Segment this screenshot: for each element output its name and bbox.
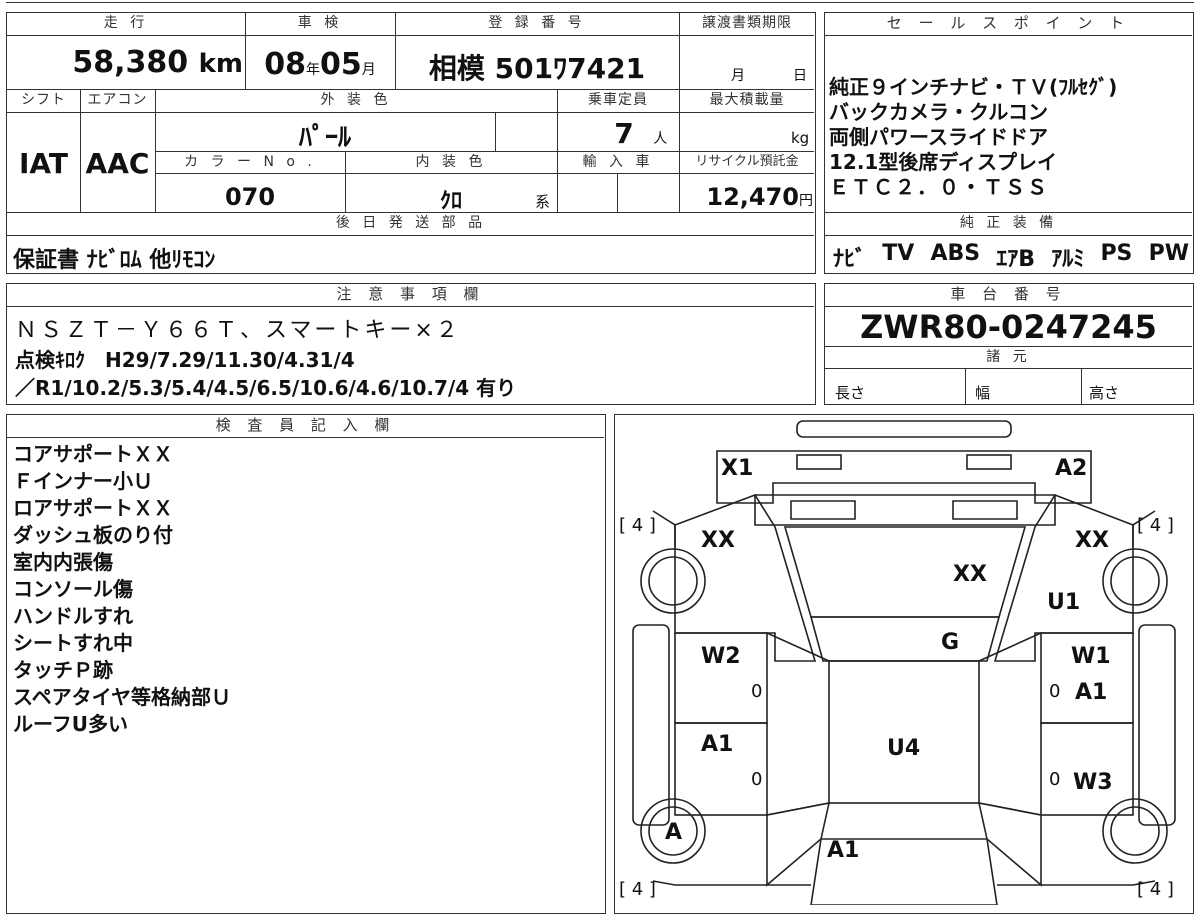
later-parts-label: 後 日 発 送 部 品 xyxy=(335,215,487,231)
mileage-label: 走 行 xyxy=(103,15,149,31)
equipment-label: 純 正 装 備 xyxy=(959,215,1058,231)
color-no-label: カ ラ ー N o . xyxy=(184,154,316,170)
inspector-label: 検 査 員 記 入 欄 xyxy=(7,415,604,438)
color-no-value: 070 xyxy=(224,183,276,211)
sales-point-line: ＥＴＣ２．０・ＴＳＳ xyxy=(829,175,1049,199)
inspection-value: 08年05月 xyxy=(264,47,376,82)
chassis-number: ZWR80-0247245 xyxy=(860,308,1157,346)
max-load-unit: kg xyxy=(791,129,810,147)
registration-label: 登 録 番 号 xyxy=(488,15,586,31)
ac-label: エアコン xyxy=(87,92,148,108)
chassis-label: 車 台 番 号 xyxy=(825,284,1192,307)
equipment-list: ﾅﾋﾞ TV ABS ｴｱB ｱﾙﾐ PS PW xyxy=(833,241,1189,273)
mark-xx-left: XX xyxy=(701,528,735,553)
mark-x1: X1 xyxy=(721,456,753,481)
recycle-label: リサイクル預託金 xyxy=(695,154,799,169)
transfer-month-unit: 月 xyxy=(731,68,745,84)
sales-points-lines: 純正９インチナビ・ＴＶ(ﾌﾙｾｸﾞ) バックカメラ・クルコン 両側パワースライド… xyxy=(829,75,1191,200)
damage-diagram-box: [ 4 ] [ 4 ] [ 4 ] [ 4 ] X1 A2 XX XX XX U… xyxy=(614,414,1194,914)
inspector-line: ロアサポートＸＸ xyxy=(13,496,173,520)
zero-mark: 0 xyxy=(1049,769,1060,790)
tire-rear-right: [ 4 ] xyxy=(1137,879,1174,900)
capacity-label: 乗車定員 xyxy=(588,92,648,108)
length-label: 長さ xyxy=(835,384,866,402)
chassis-box: 車 台 番 号 ZWR80-0247245 諸 元 長さ 幅 高さ xyxy=(824,283,1194,405)
interior-color-value: ｸﾛ xyxy=(439,189,462,214)
car-diagram: [ 4 ] [ 4 ] [ 4 ] [ 4 ] X1 A2 XX XX XX U… xyxy=(619,420,1176,905)
zero-mark: 0 xyxy=(751,681,762,702)
inspector-line: コンソール傷 xyxy=(13,577,133,601)
recycle-value: 12,470円 xyxy=(706,183,813,211)
transfer-day-unit: 日 xyxy=(793,68,807,84)
inspector-line: ハンドルすれ xyxy=(13,604,133,628)
top-edge-strip xyxy=(6,0,1194,4)
mark-a1-right: A1 xyxy=(1075,680,1107,705)
tire-front-left: [ 4 ] xyxy=(619,515,656,536)
sales-points-box: セ ー ル ス ポ イ ン ト 純正９インチナビ・ＴＶ(ﾌﾙｾｸﾞ) バックカメ… xyxy=(824,12,1194,274)
sales-point-line: 12.1型後席ディスプレイ xyxy=(829,150,1057,174)
zero-mark: 0 xyxy=(751,769,762,790)
exterior-color-value: ﾊﾟｰﾙ xyxy=(298,123,351,153)
mark-xx-right: XX xyxy=(1075,528,1109,553)
registration-value: 相模 501ﾜ7421 xyxy=(428,52,646,85)
notes-line: ／R1/10.2/5.3/5.4/4.5/6.5/10.6/4.6/10.7/4… xyxy=(15,376,517,400)
vehicle-info-table: 走 行 車 検 登 録 番 号 譲渡書類期限 58,380 km 08年05月 … xyxy=(6,12,816,274)
equipment-item: PS xyxy=(1100,241,1133,266)
inspector-line: 室内内張傷 xyxy=(13,550,113,574)
mark-a1-rear: A1 xyxy=(827,838,859,863)
max-load-label: 最大積載量 xyxy=(709,92,785,108)
inspector-line: ダッシュ板のり付 xyxy=(13,523,173,547)
transfer-deadline-label: 譲渡書類期限 xyxy=(702,15,792,31)
mark-a1-left: A1 xyxy=(701,732,733,757)
mark-u4: U4 xyxy=(887,736,920,761)
inspector-line: Ｆインナー小Ｕ xyxy=(13,469,153,493)
inspector-line: コアサポートＸＸ xyxy=(13,442,173,466)
mark-g: G xyxy=(941,630,959,655)
mark-w1: W1 xyxy=(1071,644,1111,669)
mark-w3: W3 xyxy=(1073,770,1113,795)
equipment-item: PW xyxy=(1148,241,1189,266)
mark-a2: A2 xyxy=(1055,456,1087,481)
tire-rear-left: [ 4 ] xyxy=(619,879,656,900)
capacity-value: 7 人 xyxy=(614,117,668,150)
later-parts-value: 保証書 ﾅﾋﾞﾛﾑ 他ﾘﾓｺﾝ xyxy=(13,248,216,273)
height-label: 高さ xyxy=(1089,384,1120,402)
shift-value: IAT xyxy=(18,147,68,180)
notes-label: 注 意 事 項 欄 xyxy=(7,284,814,307)
tire-front-right: [ 4 ] xyxy=(1137,515,1174,536)
inspector-box: 検 査 員 記 入 欄 コアサポートＸＸ Ｆインナー小Ｕ ロアサポートＸＸ ダッ… xyxy=(6,414,606,914)
mark-u1: U1 xyxy=(1047,590,1080,615)
sales-point-line: バックカメラ・クルコン xyxy=(829,100,1048,124)
inspector-line: シートすれ中 xyxy=(13,631,133,655)
exterior-color-label: 外 装 色 xyxy=(320,92,392,108)
mark-w2: W2 xyxy=(701,644,741,669)
sales-point-line: 両側パワースライドドア xyxy=(829,125,1048,149)
interior-color-unit: 系 xyxy=(535,193,551,211)
equipment-item: ﾅﾋﾞ xyxy=(833,247,867,272)
sales-points-label: セ ー ル ス ポ イ ン ト xyxy=(825,13,1192,36)
equipment-item: ｴｱB xyxy=(996,247,1036,272)
notes-box: 注 意 事 項 欄 ＮＳＺＴ－Ｙ６６Ｔ、スマートキー×２ 点検ｷﾛｸ H29/7… xyxy=(6,283,816,405)
notes-line: 点検ｷﾛｸ H29/7.29/11.30/4.31/4 xyxy=(15,348,355,372)
inspection-label: 車 検 xyxy=(297,15,343,31)
mark-xx-hood: XX xyxy=(953,562,987,587)
inspector-line: ルーフU多い xyxy=(13,712,129,736)
inspector-line: タッチＰ跡 xyxy=(13,658,113,682)
import-label: 輸 入 車 xyxy=(582,154,654,170)
equipment-item: ｱﾙﾐ xyxy=(1051,247,1085,272)
width-label: 幅 xyxy=(975,384,991,402)
specs-label: 諸 元 xyxy=(986,349,1031,365)
inspector-notes: コアサポートＸＸ Ｆインナー小Ｕ ロアサポートＸＸ ダッシュ板のり付 室内内張傷… xyxy=(13,441,231,738)
sales-point-line: 純正９インチナビ・ＴＶ(ﾌﾙｾｸﾞ) xyxy=(829,75,1118,99)
equipment-item: ABS xyxy=(930,241,981,266)
interior-color-label: 内 装 色 xyxy=(415,154,487,170)
equipment-item: TV xyxy=(882,241,915,266)
mileage-value: 58,380 km xyxy=(72,45,243,80)
inspector-line: スペアタイヤ等格納部Ｕ xyxy=(13,685,231,709)
mark-a-wheel: A xyxy=(665,820,682,845)
ac-value: AAC xyxy=(85,147,150,180)
shift-label: シフト xyxy=(21,92,66,108)
zero-mark: 0 xyxy=(1049,681,1060,702)
notes-line: ＮＳＺＴ－Ｙ６６Ｔ、スマートキー×２ xyxy=(15,318,461,343)
